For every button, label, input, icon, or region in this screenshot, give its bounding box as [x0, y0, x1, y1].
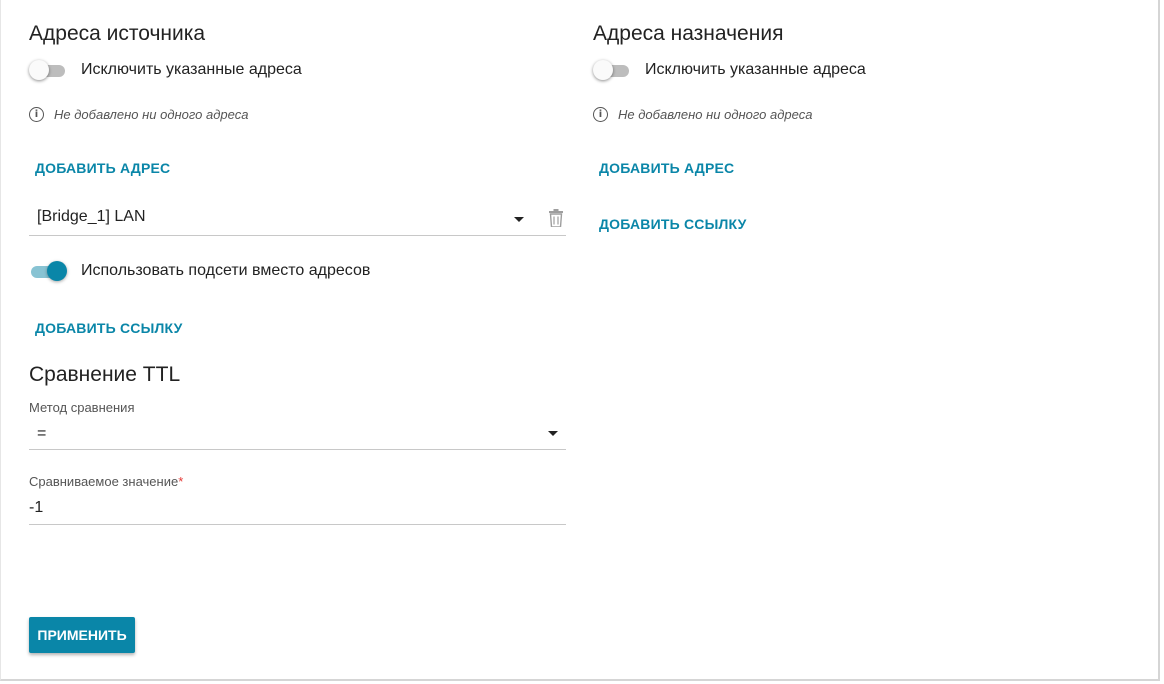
- source-exclude-toggle-row[interactable]: Исключить указанные адреса: [29, 60, 302, 80]
- ttl-method-select[interactable]: =: [29, 416, 566, 450]
- destination-exclude-toggle-row[interactable]: Исключить указанные адреса: [593, 60, 866, 80]
- use-subnets-toggle-row[interactable]: Использовать подсети вместо адресов: [29, 261, 370, 281]
- ttl-value-label-text: Сравниваемое значение: [29, 474, 179, 489]
- destination-add-link-button[interactable]: ДОБАВИТЬ ССЫЛКУ: [599, 216, 747, 232]
- ttl-method-label: Метод сравнения: [29, 400, 135, 415]
- use-subnets-toggle[interactable]: [29, 261, 67, 281]
- source-exclude-toggle[interactable]: [29, 60, 65, 80]
- destination-add-address-button[interactable]: ДОБАВИТЬ АДРЕС: [599, 160, 734, 176]
- trash-icon[interactable]: [549, 209, 563, 227]
- ttl-value: -1: [29, 499, 44, 516]
- source-empty-info: i Не добавлено ни одного адреса: [29, 107, 248, 122]
- destination-exclude-toggle[interactable]: [593, 60, 629, 80]
- ttl-value-input[interactable]: -1: [29, 497, 566, 525]
- use-subnets-label: Использовать подсети вместо адресов: [81, 262, 371, 279]
- destination-empty-info: i Не добавлено ни одного адреса: [593, 107, 812, 122]
- toggle-knob: [593, 60, 613, 80]
- info-icon: i: [593, 107, 608, 122]
- source-add-address-button[interactable]: ДОБАВИТЬ АДРЕС: [35, 160, 170, 176]
- source-interface-select[interactable]: [Bridge_1] LAN: [29, 202, 566, 236]
- required-mark: *: [178, 474, 184, 489]
- ttl-title: Сравнение TTL: [29, 363, 181, 386]
- panel-frame: [0, 0, 1160, 681]
- chevron-down-icon: [548, 431, 558, 436]
- source-add-link-button[interactable]: ДОБАВИТЬ ССЫЛКУ: [35, 320, 183, 336]
- info-icon: i: [29, 107, 44, 122]
- source-empty-note: Не добавлено ни одного адреса: [54, 107, 249, 122]
- toggle-knob: [29, 60, 49, 80]
- source-title: Адреса источника: [29, 22, 206, 45]
- toggle-knob: [47, 261, 67, 281]
- ttl-method-value: =: [37, 425, 47, 442]
- chevron-down-icon: [514, 217, 524, 222]
- source-interface-value: [Bridge_1] LAN: [37, 208, 146, 225]
- destination-empty-note: Не добавлено ни одного адреса: [618, 107, 813, 122]
- destination-title: Адреса назначения: [593, 22, 784, 45]
- destination-exclude-label: Исключить указанные адреса: [645, 61, 866, 78]
- ttl-value-label: Сравниваемое значение*: [29, 474, 183, 489]
- apply-button[interactable]: ПРИМЕНИТЬ: [29, 617, 135, 653]
- source-exclude-label: Исключить указанные адреса: [81, 61, 302, 78]
